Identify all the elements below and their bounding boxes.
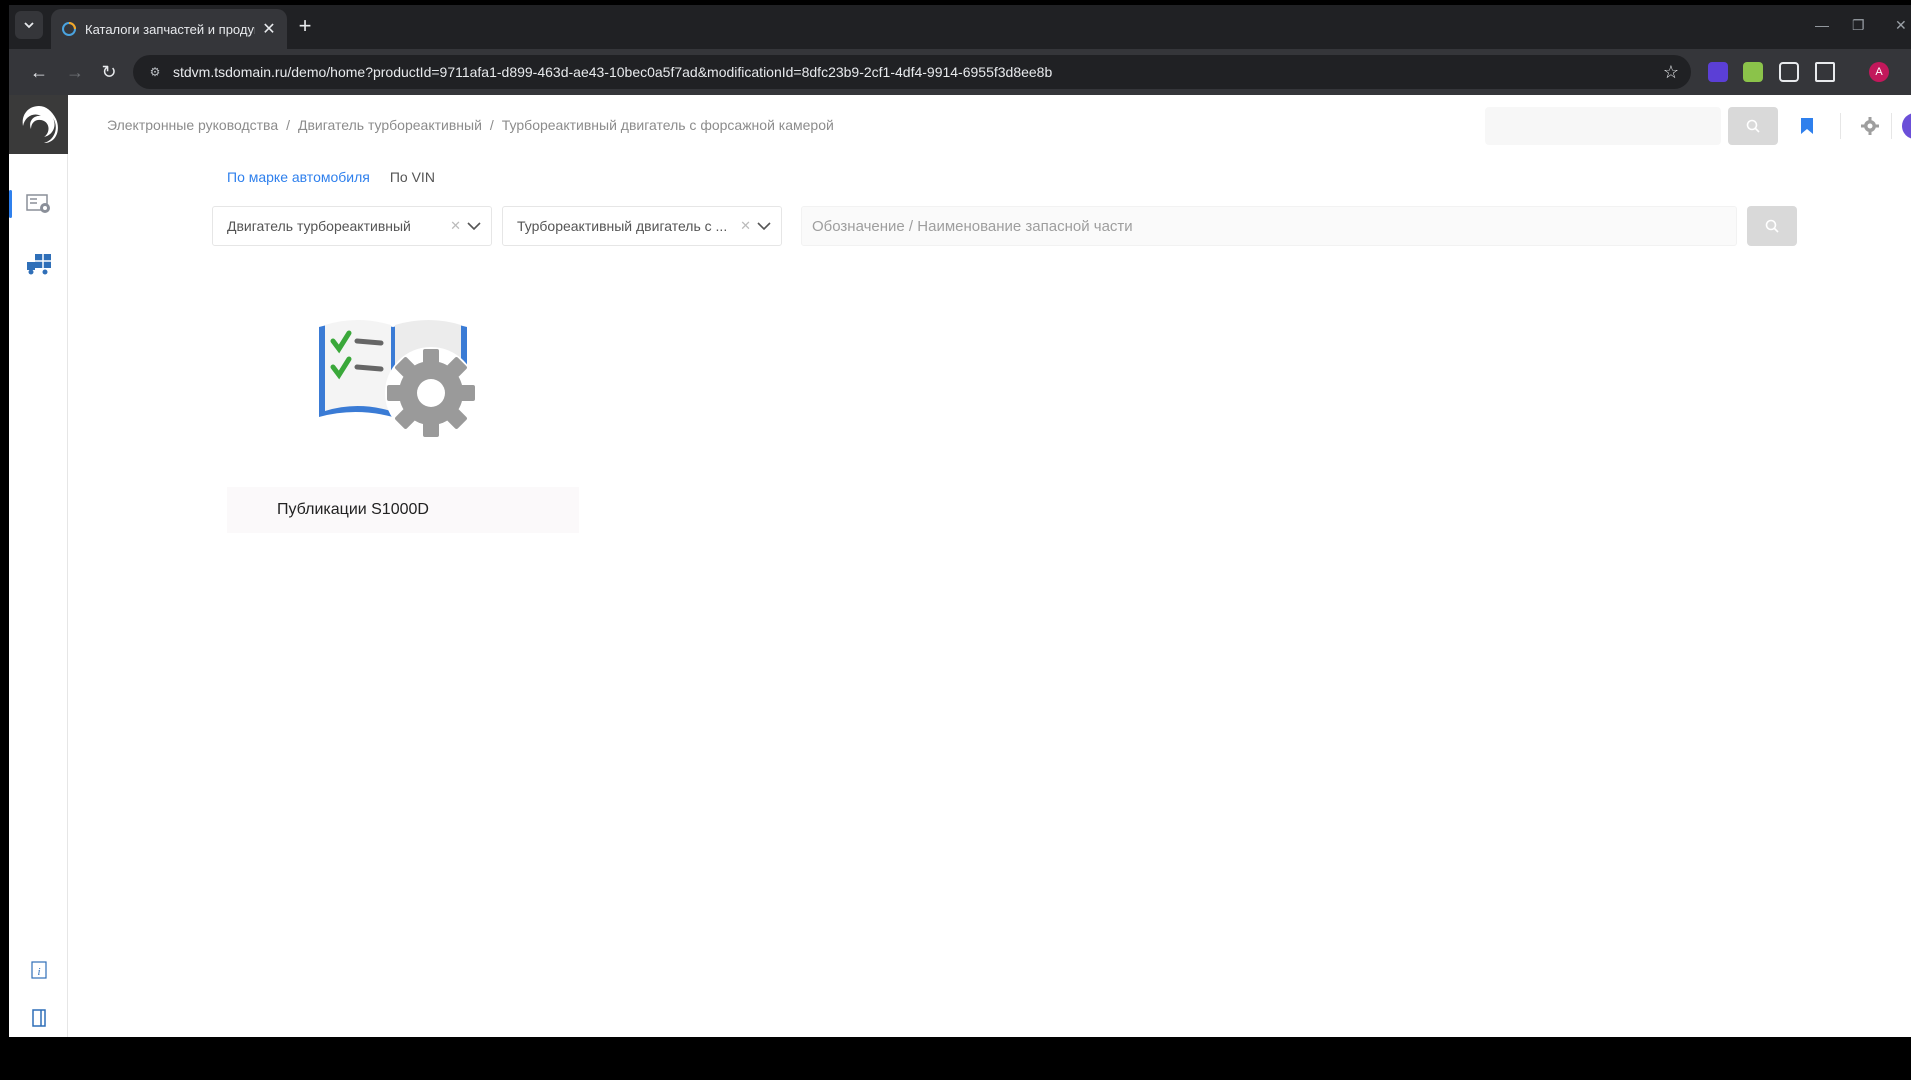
- app-root: i Электронные руководства / Двигатель турб…: [9, 95, 1911, 1037]
- sidebar-item-vehicles[interactable]: [9, 242, 68, 286]
- tab-title: Каталоги запчастей и продукц: [85, 21, 255, 37]
- info-button[interactable]: i: [9, 955, 68, 985]
- breadcrumb: Электронные руководства / Двигатель турбор…: [107, 117, 834, 133]
- header-search-input[interactable]: [1485, 107, 1721, 145]
- forward-icon[interactable]: →: [63, 60, 87, 84]
- header-search-button[interactable]: [1728, 107, 1778, 145]
- modification-select-value: Турбореактивный двигатель с ...: [517, 218, 728, 234]
- modification-select[interactable]: Турбореактивный двигатель с ... ✕: [502, 206, 782, 246]
- breadcrumb-separator: /: [286, 117, 291, 133]
- tab-search-button[interactable]: [15, 11, 43, 39]
- part-search-input[interactable]: [801, 206, 1737, 246]
- breadcrumb-item[interactable]: Электронные руководства: [107, 117, 278, 133]
- panel-icon: [31, 1009, 46, 1027]
- header-divider: [1840, 113, 1841, 139]
- card-caption: Публикации S1000D: [227, 487, 579, 533]
- browser-toolbar: ← → ↻ ⚙ stdvm.tsdomain.ru/demo/home?prod…: [9, 49, 1911, 95]
- chevron-down-icon: [467, 222, 481, 231]
- browser-tab[interactable]: Каталоги запчастей и продукц ✕: [51, 9, 287, 49]
- reload-icon[interactable]: ↻: [97, 60, 121, 84]
- search-mode-tabs: По марке автомобиля По VIN: [227, 169, 435, 185]
- info-icon: i: [30, 961, 47, 979]
- tab-by-brand[interactable]: По марке автомобиля: [227, 169, 370, 185]
- bookmarks-button[interactable]: [1796, 115, 1818, 137]
- chevron-down-icon: [757, 222, 771, 231]
- tab-strip: Каталоги запчастей и продукц ✕ + — ❐ ✕: [9, 5, 1911, 49]
- new-tab-button[interactable]: +: [293, 15, 317, 39]
- tab-by-vin[interactable]: По VIN: [390, 169, 435, 185]
- breadcrumb-separator: /: [489, 117, 494, 133]
- url-text[interactable]: stdvm.tsdomain.ru/demo/home?productId=97…: [173, 64, 1663, 80]
- product-select[interactable]: Двигатель турбореактивный ✕: [212, 206, 492, 246]
- sidebar-item-catalogs[interactable]: [9, 182, 68, 226]
- logo-icon: [22, 105, 58, 143]
- svg-text:i: i: [37, 966, 40, 978]
- favicon-icon: [62, 22, 76, 36]
- browser-window: Каталоги запчастей и продукц ✕ + — ❐ ✕ ←…: [9, 5, 1911, 1037]
- publication-card[interactable]: Публикации S1000D: [217, 305, 581, 537]
- truck-icon: [26, 254, 51, 275]
- user-avatar[interactable]: S: [1902, 113, 1911, 139]
- address-bar[interactable]: ⚙ stdvm.tsdomain.ru/demo/home?productId=…: [133, 55, 1691, 89]
- clear-icon[interactable]: ✕: [450, 218, 461, 234]
- header-divider: [1891, 113, 1892, 139]
- manual-gear-icon: [319, 320, 477, 439]
- bookmark-star-icon[interactable]: ☆: [1663, 62, 1679, 83]
- app-logo[interactable]: [9, 95, 68, 154]
- breadcrumb-item[interactable]: Турбореактивный двигатель с форсажной ка…: [502, 117, 834, 133]
- gear-icon: [1861, 117, 1879, 135]
- site-info-icon[interactable]: ⚙: [145, 62, 165, 82]
- settings-button[interactable]: [1859, 115, 1881, 137]
- extension-icon[interactable]: [1743, 62, 1763, 82]
- extension-icon[interactable]: [1708, 62, 1728, 82]
- product-select-value: Двигатель турбореактивный: [227, 218, 411, 234]
- app-header: Электронные руководства / Двигатель турбор…: [69, 95, 1911, 154]
- catalog-settings-icon: [25, 194, 50, 213]
- profile-avatar[interactable]: A: [1869, 62, 1889, 82]
- restore-icon[interactable]: ❐: [1852, 17, 1865, 34]
- close-window-icon[interactable]: ✕: [1895, 17, 1907, 34]
- back-icon[interactable]: ←: [27, 60, 51, 84]
- bookmark-icon: [1801, 118, 1813, 134]
- sidebar: i: [9, 95, 68, 1037]
- clear-icon[interactable]: ✕: [740, 218, 751, 234]
- extensions-puzzle-icon[interactable]: [1815, 62, 1835, 82]
- tab-close-icon[interactable]: ✕: [261, 19, 277, 39]
- search-icon: [1765, 219, 1779, 233]
- minimize-icon[interactable]: —: [1815, 17, 1829, 33]
- breadcrumb-item[interactable]: Двигатель турбореактивный: [298, 117, 482, 133]
- extension-icon[interactable]: [1779, 62, 1799, 82]
- search-icon: [1746, 119, 1760, 133]
- chevron-down-icon: [24, 22, 34, 29]
- part-search-button[interactable]: [1747, 206, 1797, 246]
- collapse-sidebar-button[interactable]: [9, 1003, 68, 1033]
